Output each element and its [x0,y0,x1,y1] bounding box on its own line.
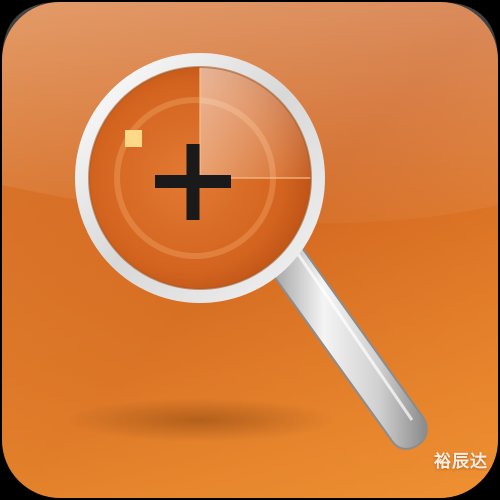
zoom-in-app-icon[interactable] [0,0,500,500]
magnifier-shadow [65,398,335,442]
canvas: 裕辰达 [0,0,500,500]
watermark-text: 裕辰达 [434,452,488,472]
spark-dot [125,130,142,147]
